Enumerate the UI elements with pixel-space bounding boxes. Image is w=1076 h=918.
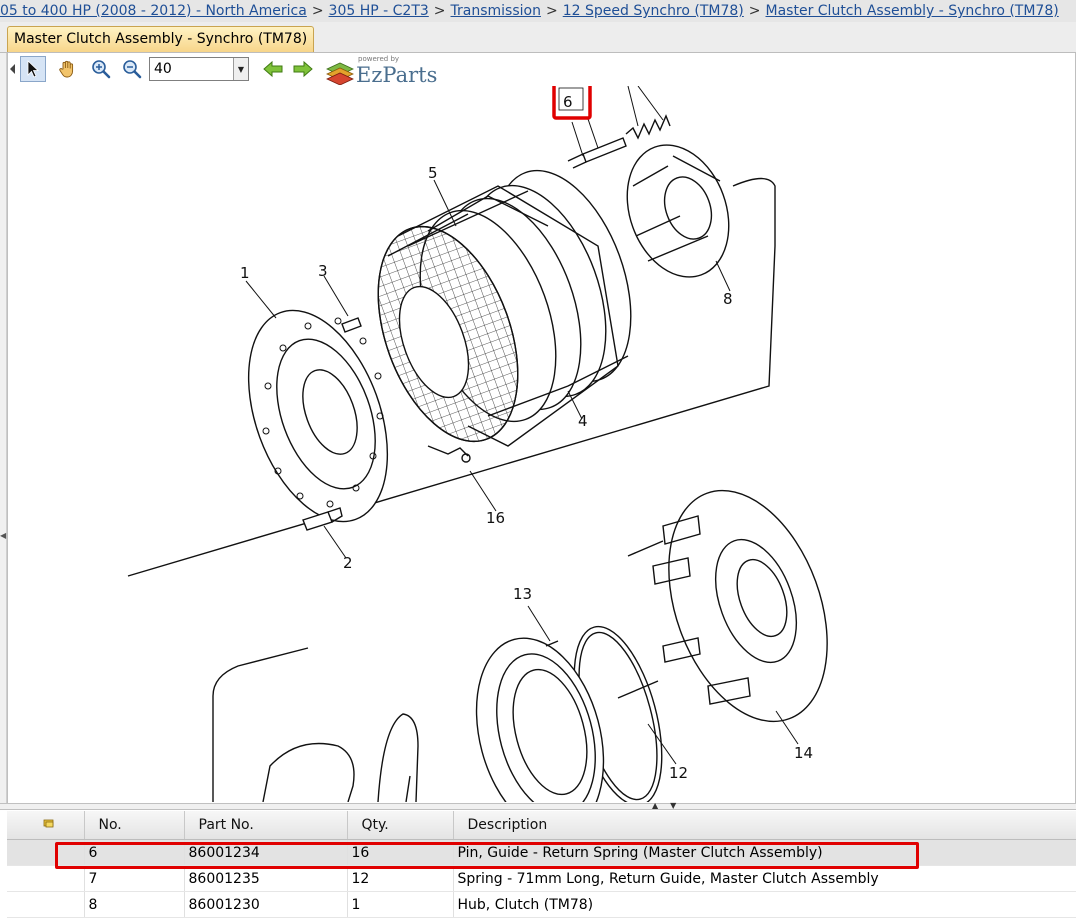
viewer-toolbar: ▼ powered by EzParts [8, 54, 508, 87]
breadcrumb-link-clutch[interactable]: Master Clutch Assembly - Synchro (TM78) [766, 3, 1059, 19]
part-7-spring[interactable] [625, 114, 671, 140]
callout-7[interactable]: 7 [620, 86, 630, 88]
breadcrumb-separator: > [545, 3, 558, 19]
cell-part-no: 86001234 [184, 839, 348, 866]
chevron-down-icon[interactable]: ▼ [233, 58, 248, 80]
part-13-piston[interactable] [456, 624, 624, 802]
column-header-part-no[interactable]: Part No. [184, 811, 348, 840]
cart-cell [7, 865, 85, 892]
parts-table: No. Part No. Qty. Description 6 86001234 1… [7, 811, 1076, 918]
part-8-clutch-hub[interactable] [610, 131, 747, 292]
callout-16[interactable]: 16 [486, 509, 505, 527]
previous-page-button[interactable] [260, 56, 286, 82]
table-row[interactable]: 8 86001230 1 Hub, Clutch (TM78) [7, 891, 1076, 918]
column-header-description[interactable]: Description [453, 811, 1076, 840]
column-header-qty[interactable]: Qty. [347, 811, 454, 840]
collapse-arrow-icon[interactable]: ◀ [0, 531, 6, 540]
zoom-level-select[interactable]: ▼ [149, 57, 249, 81]
breadcrumb-link-transmission[interactable]: Transmission [451, 3, 541, 19]
cell-no: 7 [84, 865, 185, 892]
callout-14[interactable]: 14 [794, 744, 813, 762]
callout-12[interactable]: 12 [669, 764, 688, 782]
table-row[interactable]: 7 86001235 12 Spring - 71mm Long, Return Gu… [7, 865, 1076, 892]
callout-5[interactable]: 5 [428, 164, 438, 182]
tab-master-clutch-assembly[interactable]: Master Clutch Assembly - Synchro (TM78) [7, 26, 315, 52]
left-collapse-rail[interactable]: ◀ [0, 53, 7, 803]
arrow-right-icon [293, 60, 313, 78]
cell-description: Hub, Clutch (TM78) [453, 891, 1076, 918]
cart-column-header[interactable] [7, 811, 85, 840]
pointer-tool-button[interactable] [20, 56, 46, 82]
column-header-no[interactable]: No. [84, 811, 185, 840]
cell-description: Pin, Guide - Return Spring (Master Clutc… [453, 839, 1076, 866]
partial-plate-bottom-left[interactable] [262, 713, 419, 802]
breadcrumb-separator: > [433, 3, 446, 19]
breadcrumb-link-engine[interactable]: 305 HP - C2T3 [329, 3, 429, 19]
splitter-arrows-icon[interactable]: ▲▼ [652, 801, 688, 810]
part-3-dowel[interactable] [341, 317, 362, 333]
exploded-parts-diagram[interactable]: 1 2 3 4 5 6 7 8 12 13 14 16 [8, 86, 1073, 802]
part-6-guide-pin[interactable] [567, 137, 627, 169]
callout-2[interactable]: 2 [343, 554, 353, 572]
breadcrumb-separator: > [748, 3, 761, 19]
logo-powered-by: powered by [358, 55, 400, 63]
cell-qty: 12 [347, 865, 454, 892]
table-row[interactable]: 6 86001234 16 Pin, Guide - Return Spring (M… [7, 839, 1076, 866]
zoom-level-input[interactable] [150, 58, 239, 80]
arrow-left-icon [263, 60, 283, 78]
logo-text: EzParts [356, 63, 438, 87]
arrow-cursor-icon [27, 60, 40, 78]
ezparts-logo: powered by EzParts [324, 55, 438, 87]
part-4-5-friction-disc-stack[interactable] [351, 152, 657, 460]
zoom-in-button[interactable] [88, 56, 114, 82]
cell-qty: 1 [347, 891, 454, 918]
zoom-in-icon [92, 60, 111, 79]
pan-tool-button[interactable] [54, 56, 80, 82]
cart-cell [7, 839, 85, 866]
breadcrumb-separator: > [311, 3, 324, 19]
cart-cell [7, 891, 85, 918]
part-16-clip[interactable] [427, 445, 471, 463]
zoom-out-icon [123, 60, 142, 79]
cell-description: Spring - 71mm Long, Return Guide, Master… [453, 865, 1076, 892]
cell-no: 6 [84, 839, 185, 866]
tab-strip: Master Clutch Assembly - Synchro (TM78) [0, 22, 1076, 53]
cell-no: 8 [84, 891, 185, 918]
table-header-row: No. Part No. Qty. Description [7, 811, 1076, 840]
breadcrumb-link-model[interactable]: 05 to 400 HP (2008 - 2012) - North Ameri… [0, 3, 307, 19]
breadcrumb-link-synchro[interactable]: 12 Speed Synchro (TM78) [563, 3, 744, 19]
breadcrumb: 05 to 400 HP (2008 - 2012) - North Ameri… [0, 0, 1076, 22]
callout-13[interactable]: 13 [513, 585, 532, 603]
pane-splitter[interactable]: ▲▼ [0, 801, 1076, 810]
cart-icon [43, 819, 54, 828]
callout-4[interactable]: 4 [578, 412, 588, 430]
assembly-outline-line [212, 647, 309, 802]
hand-icon [59, 60, 74, 78]
callout-6[interactable]: 6 [563, 93, 573, 111]
callout-8[interactable]: 8 [723, 290, 733, 308]
cell-qty: 16 [347, 839, 454, 866]
toolbar-scroll-left-icon[interactable] [8, 56, 18, 82]
cell-part-no: 86001230 [184, 891, 348, 918]
cell-part-no: 86001235 [184, 865, 348, 892]
next-page-button[interactable] [290, 56, 316, 82]
zoom-out-button[interactable] [119, 56, 145, 82]
callout-3[interactable]: 3 [318, 262, 328, 280]
ezparts-stack-icon [326, 62, 354, 85]
callout-1[interactable]: 1 [240, 264, 250, 282]
